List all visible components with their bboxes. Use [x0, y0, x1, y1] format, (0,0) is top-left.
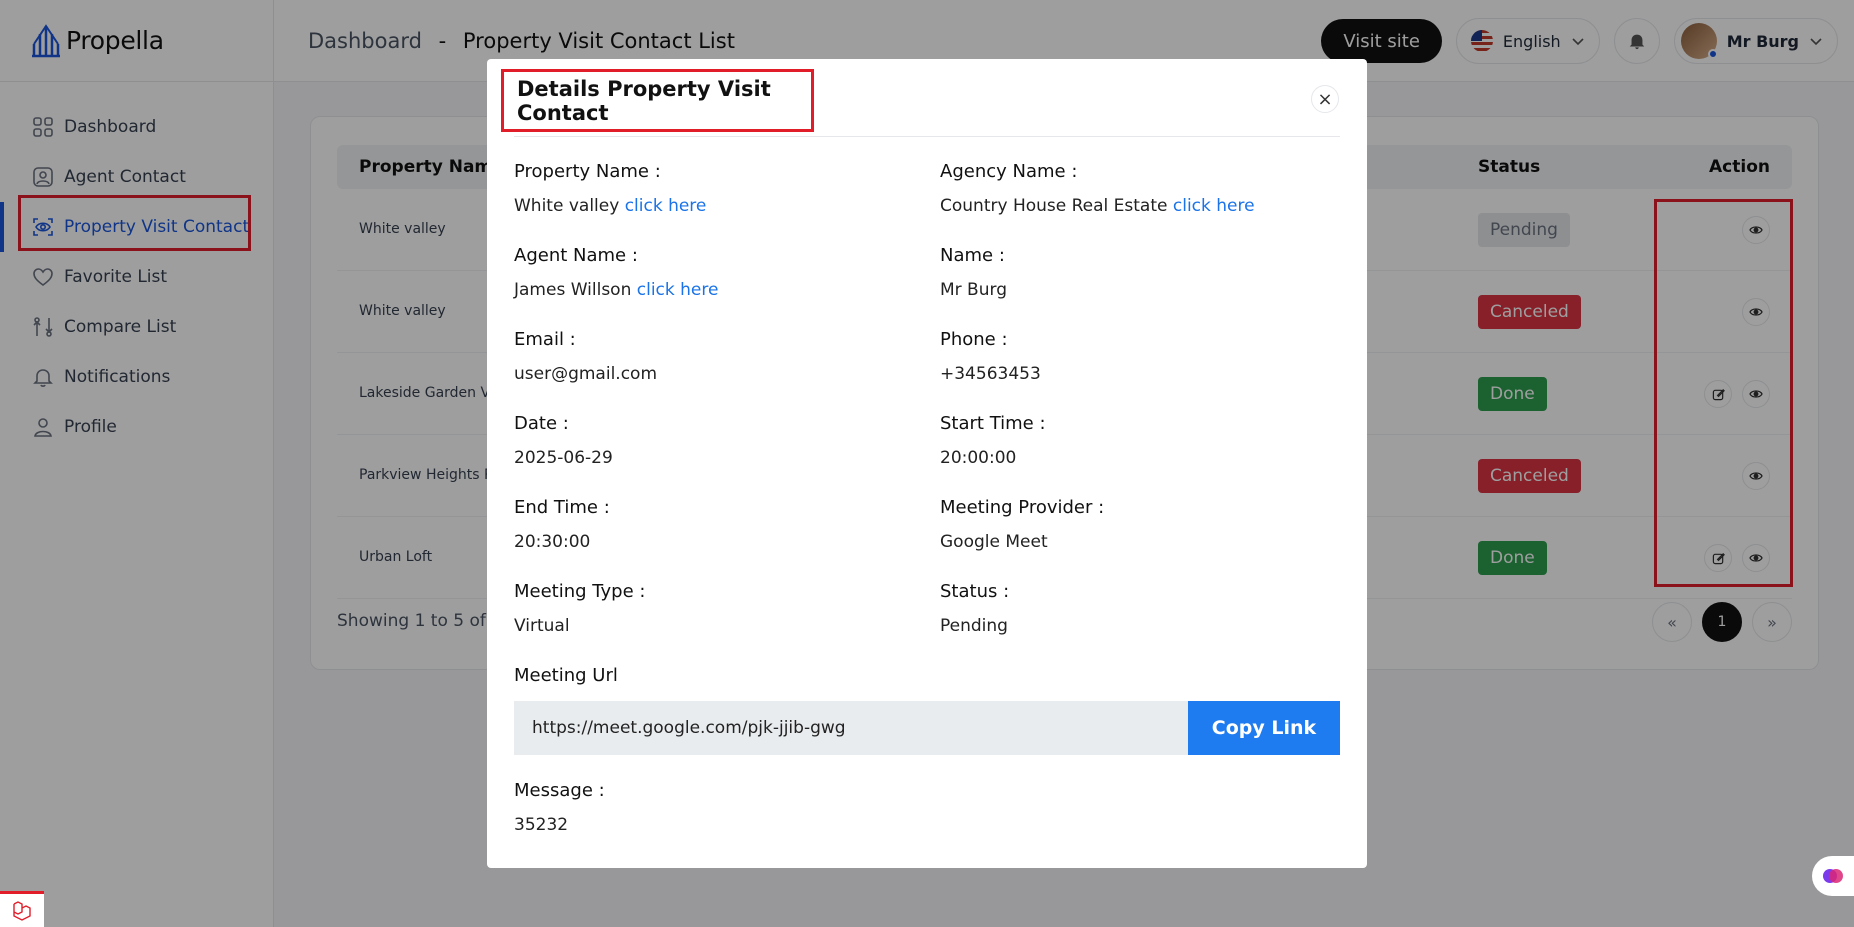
field-value: James Willson click here — [514, 280, 914, 300]
field-start-time: Start Time : 20:00:00 — [940, 412, 1340, 468]
meeting-type-value: Virtual — [514, 616, 570, 636]
field-label: Agent Name : — [514, 245, 638, 266]
field-name: Name : Mr Burg — [940, 244, 1340, 300]
field-meeting-provider: Meeting Provider : Google Meet — [940, 496, 1340, 552]
field-property-name: Property Name : White valley click here — [514, 160, 914, 216]
field-agent-name: Agent Name : James Willson click here — [514, 244, 914, 300]
brain-icon — [1823, 869, 1843, 883]
meeting-url-field[interactable]: https://meet.google.com/pjk-jjib-gwg — [514, 701, 1188, 755]
message-value: 35232 — [514, 815, 569, 835]
meeting-provider-value: Google Meet — [940, 532, 1048, 552]
end-time-value: 20:30:00 — [514, 532, 591, 552]
field-message: Message : 35232 — [514, 779, 914, 835]
agent-name-value: James Willson — [514, 280, 632, 300]
field-phone: Phone : +34563453 — [940, 328, 1340, 384]
field-label: Phone : — [940, 329, 1008, 350]
agency-link[interactable]: click here — [1173, 196, 1255, 216]
modal-title: Details Property Visit Contact — [501, 69, 814, 132]
field-label: Agency Name : — [940, 161, 1078, 182]
email-value: user@gmail.com — [514, 364, 658, 384]
field-label: Date : — [514, 413, 569, 434]
field-value: Country House Real Estate click here — [940, 196, 1340, 216]
field-status: Status : Pending — [940, 580, 1340, 636]
details-modal: Details Property Visit Contact × Propert… — [487, 59, 1367, 868]
laravel-icon — [13, 900, 31, 921]
field-label: Start Time : — [940, 413, 1046, 434]
agent-link[interactable]: click here — [637, 280, 719, 300]
field-email: Email : user@gmail.com — [514, 328, 914, 384]
field-label: End Time : — [514, 497, 610, 518]
phone-value: +34563453 — [940, 364, 1041, 384]
field-value: White valley click here — [514, 196, 914, 216]
copy-link-button[interactable]: Copy Link — [1188, 701, 1340, 755]
field-agency-name: Agency Name : Country House Real Estate … — [940, 160, 1340, 216]
field-label: Meeting Type : — [514, 581, 646, 602]
agency-name-value: Country House Real Estate — [940, 196, 1168, 216]
field-date: Date : 2025-06-29 — [514, 412, 914, 468]
field-label: Name : — [940, 245, 1005, 266]
name-value: Mr Burg — [940, 280, 1007, 300]
property-name-value: White valley — [514, 196, 620, 216]
field-label: Message : — [514, 780, 605, 801]
date-value: 2025-06-29 — [514, 448, 613, 468]
meeting-url-row: https://meet.google.com/pjk-jjib-gwg Cop… — [514, 701, 1340, 755]
field-label: Meeting Provider : — [940, 497, 1105, 518]
laravel-debug-badge[interactable] — [0, 891, 44, 927]
property-link[interactable]: click here — [625, 196, 707, 216]
start-time-value: 20:00:00 — [940, 448, 1017, 468]
field-label: Meeting Url — [514, 665, 618, 686]
field-end-time: End Time : 20:30:00 — [514, 496, 914, 552]
field-meeting-type: Meeting Type : Virtual — [514, 580, 914, 636]
field-label: Property Name : — [514, 161, 661, 182]
field-meeting-url: Meeting Url — [514, 664, 914, 700]
status-value: Pending — [940, 616, 1008, 636]
field-label: Email : — [514, 329, 576, 350]
close-button[interactable]: × — [1311, 85, 1339, 113]
assistant-widget-button[interactable] — [1812, 856, 1854, 896]
modal-divider — [514, 136, 1340, 137]
field-label: Status : — [940, 581, 1010, 602]
